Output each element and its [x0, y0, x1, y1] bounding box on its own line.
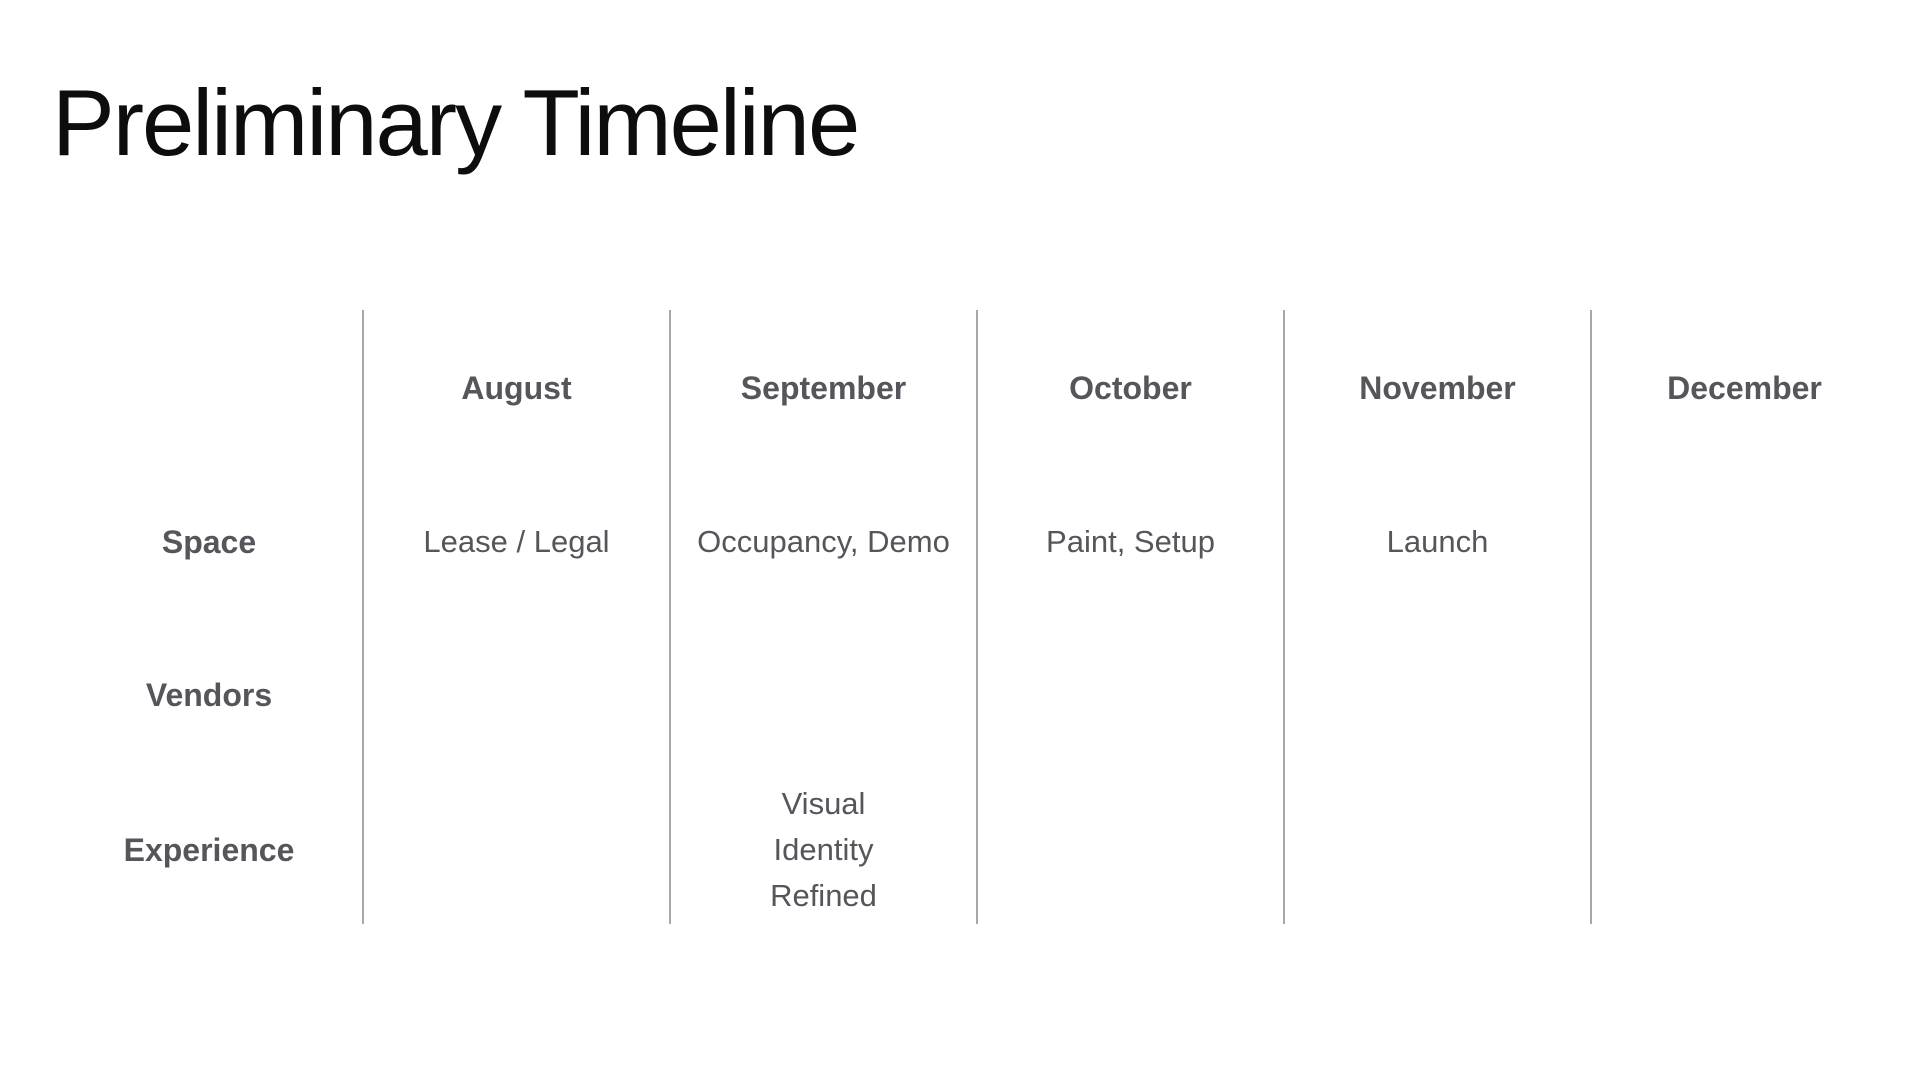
month-header-october: October	[978, 348, 1283, 428]
slide: Preliminary Timeline August September Oc…	[0, 0, 1920, 1080]
row-label: Vendors	[145, 677, 273, 713]
table-cell	[978, 800, 1283, 900]
table-cell	[1592, 502, 1897, 582]
table-cell: Paint, Setup	[978, 502, 1283, 582]
timeline-table: August September October November Decemb…	[56, 310, 1866, 924]
row-label-space: Space	[56, 502, 362, 582]
month-header-november: November	[1285, 348, 1590, 428]
month-label: September	[740, 370, 907, 406]
month-header-december: December	[1592, 348, 1897, 428]
month-label: October	[1069, 370, 1192, 406]
slide-title: Preliminary Timeline	[52, 70, 860, 175]
cell-text: Occupancy, Demo	[697, 524, 950, 559]
table-cell	[978, 655, 1283, 735]
cell-text: Launch	[1386, 524, 1489, 559]
row-label: Experience	[123, 832, 295, 868]
month-header-august: August	[364, 348, 669, 428]
table-cell	[1592, 800, 1897, 900]
row-label-experience: Experience	[56, 800, 362, 900]
cell-text: Paint, Setup	[1046, 524, 1215, 559]
table-cell	[671, 655, 976, 735]
row-label: Space	[161, 524, 257, 560]
row-label-vendors: Vendors	[56, 655, 362, 735]
cell-text: Lease / Legal	[423, 524, 610, 559]
table-cell: Launch	[1285, 502, 1590, 582]
table-cell	[364, 655, 669, 735]
table-cell: Occupancy, Demo	[671, 502, 976, 582]
table-cell: Visual Identity Refined	[671, 786, 976, 913]
table-cell: Lease / Legal	[364, 502, 669, 582]
table-cell	[1285, 800, 1590, 900]
month-label: November	[1359, 370, 1516, 406]
table-cell	[1285, 655, 1590, 735]
table-cell	[1592, 655, 1897, 735]
month-label: August	[461, 370, 572, 406]
month-label: December	[1667, 370, 1822, 406]
cell-text: Visual Identity Refined	[770, 786, 877, 913]
month-header-september: September	[671, 348, 976, 428]
table-cell	[364, 800, 669, 900]
